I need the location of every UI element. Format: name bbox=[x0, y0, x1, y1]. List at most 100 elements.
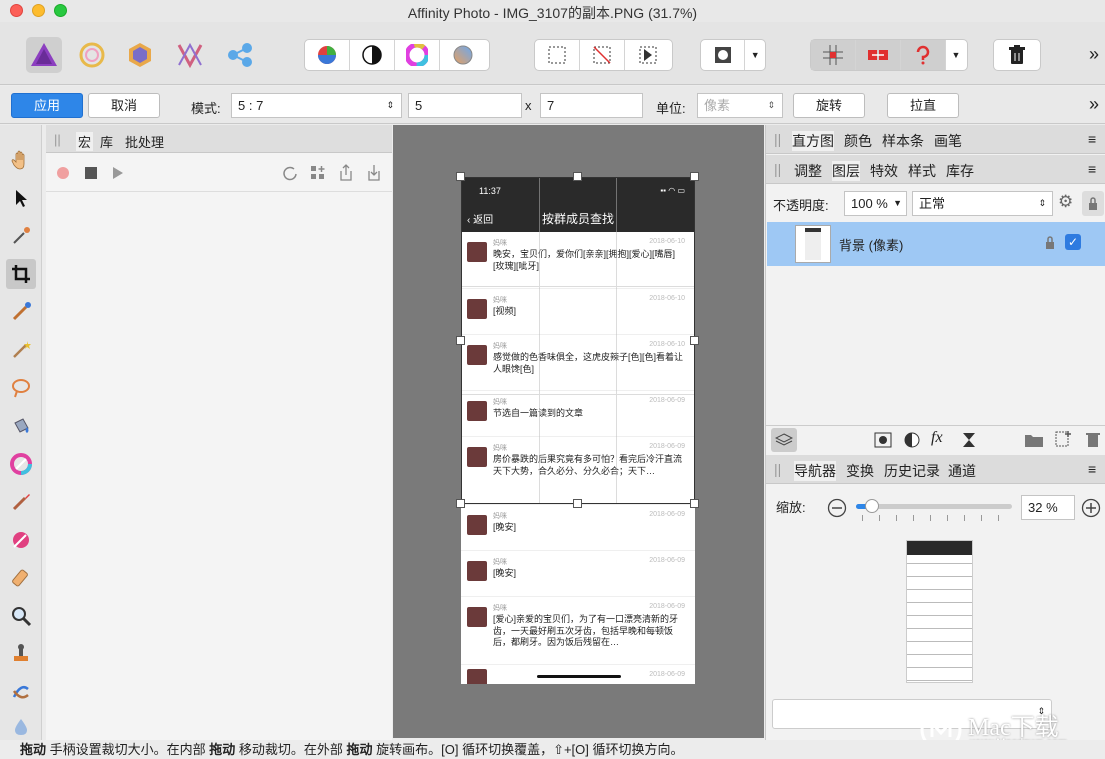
play-button[interactable] bbox=[112, 166, 124, 180]
crop-handle-br[interactable] bbox=[690, 499, 699, 508]
crop-handle-bl[interactable] bbox=[456, 499, 465, 508]
panel-menu-icon[interactable]: ≡ bbox=[1088, 131, 1096, 147]
mode-select[interactable]: 5 : 7 ⇕ bbox=[231, 93, 402, 118]
color-replacement-tool-icon[interactable] bbox=[6, 525, 36, 555]
zoom-in-icon[interactable] bbox=[1081, 498, 1101, 518]
tab-macro[interactable]: 宏 bbox=[76, 132, 94, 151]
height-field[interactable]: 7 bbox=[540, 93, 643, 118]
import-macro-icon[interactable] bbox=[366, 164, 382, 182]
mask-dropdown-icon[interactable]: ▼ bbox=[745, 40, 765, 70]
gradient-tool-icon[interactable] bbox=[6, 449, 36, 479]
add-mask-icon[interactable] bbox=[874, 432, 892, 448]
panel-menu-icon[interactable]: ≡ bbox=[1088, 461, 1096, 477]
hsl-icon[interactable] bbox=[395, 40, 440, 70]
paint-brush-tool-icon[interactable] bbox=[6, 487, 36, 517]
straighten-button[interactable]: 拉直 bbox=[887, 93, 959, 118]
black-white-icon[interactable] bbox=[350, 40, 395, 70]
add-pixel-layer-icon[interactable] bbox=[1054, 430, 1072, 448]
layer-row[interactable]: 背景 (像素) ✓ bbox=[767, 222, 1105, 266]
lock-icon[interactable] bbox=[1082, 191, 1104, 216]
tab-library[interactable]: 库 bbox=[100, 132, 113, 151]
tab-layers[interactable]: 图层 bbox=[832, 161, 860, 181]
flood-fill-tool-icon[interactable] bbox=[6, 411, 36, 441]
zoom-slider[interactable] bbox=[856, 499, 1012, 513]
view-tool-icon[interactable] bbox=[6, 145, 36, 175]
move-by-whole-pixels-icon[interactable] bbox=[901, 40, 946, 70]
navigator-preview[interactable] bbox=[906, 540, 973, 683]
tab-channels[interactable]: 通道 bbox=[948, 461, 976, 481]
tab-swatches[interactable]: 样本条 bbox=[882, 131, 924, 151]
crop-rectangle[interactable] bbox=[461, 177, 695, 504]
develop-persona-icon[interactable] bbox=[122, 37, 158, 73]
delete-layer-icon[interactable] bbox=[1086, 431, 1100, 448]
snapping-icon[interactable] bbox=[811, 40, 856, 70]
tab-effects[interactable]: 特效 bbox=[870, 161, 898, 181]
export-persona-icon[interactable] bbox=[222, 37, 258, 73]
crop-handle-l[interactable] bbox=[456, 336, 465, 345]
invert-selection-icon[interactable] bbox=[625, 40, 670, 70]
tab-batch[interactable]: 批处理 bbox=[125, 132, 164, 151]
toolbar-overflow-icon[interactable]: » bbox=[1089, 44, 1099, 65]
flood-select-tool-icon[interactable] bbox=[6, 335, 36, 365]
zoom-field[interactable]: 32 % bbox=[1021, 495, 1075, 520]
gear-icon[interactable]: ⚙ bbox=[1058, 192, 1073, 212]
assistant-icon[interactable] bbox=[994, 40, 1040, 70]
move-tool-icon[interactable] bbox=[6, 183, 36, 213]
fx-icon[interactable]: fx bbox=[931, 429, 943, 447]
color-balance-icon[interactable] bbox=[305, 40, 350, 70]
zoom-tool-icon[interactable] bbox=[6, 601, 36, 631]
crop-handle-tl[interactable] bbox=[456, 172, 465, 181]
tab-history[interactable]: 历史记录 bbox=[884, 461, 940, 481]
layers-stack-icon[interactable] bbox=[771, 428, 797, 452]
zoom-slider-knob[interactable] bbox=[864, 499, 879, 513]
quick-mask-icon[interactable] bbox=[701, 40, 746, 70]
blur-brush-tool-icon[interactable] bbox=[6, 715, 36, 737]
force-pixel-alignment-icon[interactable] bbox=[856, 40, 901, 70]
crop-handle-r[interactable] bbox=[690, 336, 699, 345]
tab-styles[interactable]: 样式 bbox=[908, 161, 936, 181]
selection-brush-tool-icon[interactable] bbox=[6, 297, 36, 327]
clone-brush-tool-icon[interactable] bbox=[6, 639, 36, 669]
tab-transform[interactable]: 变换 bbox=[846, 461, 874, 481]
refresh-icon[interactable] bbox=[282, 165, 298, 181]
deselect-icon[interactable] bbox=[580, 40, 625, 70]
erase-brush-tool-icon[interactable] bbox=[6, 563, 36, 593]
white-balance-icon[interactable] bbox=[440, 40, 485, 70]
layer-lock-icon[interactable] bbox=[1045, 236, 1055, 250]
freehand-selection-tool-icon[interactable] bbox=[6, 373, 36, 403]
tone-mapping-persona-icon[interactable] bbox=[172, 37, 208, 73]
tab-histogram[interactable]: 直方图 bbox=[792, 131, 834, 151]
opacity-field[interactable]: 100 % ▼ bbox=[844, 191, 907, 216]
crop-handle-t[interactable] bbox=[573, 172, 582, 181]
unit-select[interactable]: 像素 ⇕ bbox=[697, 93, 783, 118]
color-picker-tool-icon[interactable] bbox=[6, 221, 36, 251]
select-all-icon[interactable] bbox=[535, 40, 580, 70]
tab-adjustments[interactable]: 调整 bbox=[794, 161, 822, 181]
snapping-dropdown-icon[interactable]: ▼ bbox=[946, 40, 966, 70]
crop-handle-tr[interactable] bbox=[690, 172, 699, 181]
record-button[interactable] bbox=[57, 167, 69, 179]
apply-button[interactable]: 应用 bbox=[11, 93, 83, 118]
cancel-button[interactable]: 取消 bbox=[88, 93, 160, 118]
crop-tool-icon[interactable] bbox=[6, 259, 36, 289]
patch-tool-icon[interactable] bbox=[6, 677, 36, 707]
stop-button[interactable] bbox=[85, 167, 97, 179]
photo-persona-icon[interactable] bbox=[26, 37, 62, 73]
panel-menu-icon[interactable]: ≡ bbox=[1088, 161, 1096, 177]
tab-navigator[interactable]: 导航器 bbox=[794, 461, 836, 481]
liquify-persona-icon[interactable] bbox=[74, 37, 110, 73]
layer-visibility-checkbox[interactable]: ✓ bbox=[1065, 234, 1081, 250]
add-macro-icon[interactable] bbox=[310, 165, 326, 181]
rotate-button[interactable]: 旋转 bbox=[793, 93, 865, 118]
add-group-icon[interactable] bbox=[1024, 432, 1044, 448]
width-field[interactable]: 5 bbox=[408, 93, 522, 118]
live-filter-icon[interactable] bbox=[962, 432, 976, 448]
zoom-out-icon[interactable] bbox=[827, 498, 847, 518]
tab-stock[interactable]: 库存 bbox=[946, 161, 974, 181]
blend-mode-select[interactable]: 正常 ⇕ bbox=[912, 191, 1053, 216]
add-adjustment-icon[interactable] bbox=[904, 432, 920, 448]
tab-color[interactable]: 颜色 bbox=[844, 131, 872, 151]
export-macro-icon[interactable] bbox=[338, 164, 354, 182]
tab-brushes[interactable]: 画笔 bbox=[934, 131, 962, 151]
crop-handle-b[interactable] bbox=[573, 499, 582, 508]
